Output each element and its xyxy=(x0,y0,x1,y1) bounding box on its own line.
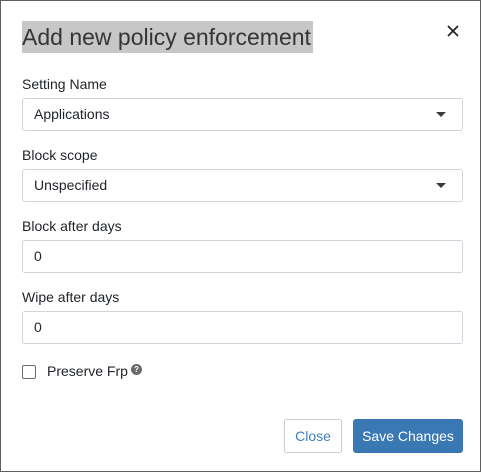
block-after-days-label: Block after days xyxy=(22,218,122,234)
question-circle-icon[interactable]: ? xyxy=(131,364,142,375)
chevron-down-icon xyxy=(436,183,446,188)
preserve-frp-label[interactable]: Preserve Frp xyxy=(47,363,128,379)
setting-name-value: Applications xyxy=(34,106,110,122)
policy-enforcement-dialog: Add new policy enforcement Setting Name … xyxy=(0,0,481,472)
block-scope-value: Unspecified xyxy=(34,177,108,193)
setting-name-select[interactable]: Applications xyxy=(22,98,463,131)
wipe-after-days-value: 0 xyxy=(34,319,42,335)
block-after-days-input[interactable]: 0 xyxy=(22,240,463,273)
dialog-title: Add new policy enforcement xyxy=(22,21,313,53)
chevron-down-icon xyxy=(436,112,446,117)
close-button[interactable]: Close xyxy=(284,419,342,453)
block-scope-label: Block scope xyxy=(22,147,98,163)
setting-name-label: Setting Name xyxy=(22,76,107,92)
close-icon[interactable] xyxy=(445,23,461,39)
block-after-days-value: 0 xyxy=(34,248,42,264)
block-scope-select[interactable]: Unspecified xyxy=(22,169,463,202)
wipe-after-days-label: Wipe after days xyxy=(22,289,120,305)
preserve-frp-checkbox[interactable] xyxy=(22,365,36,379)
wipe-after-days-input[interactable]: 0 xyxy=(22,311,463,344)
save-changes-button[interactable]: Save Changes xyxy=(353,419,463,453)
